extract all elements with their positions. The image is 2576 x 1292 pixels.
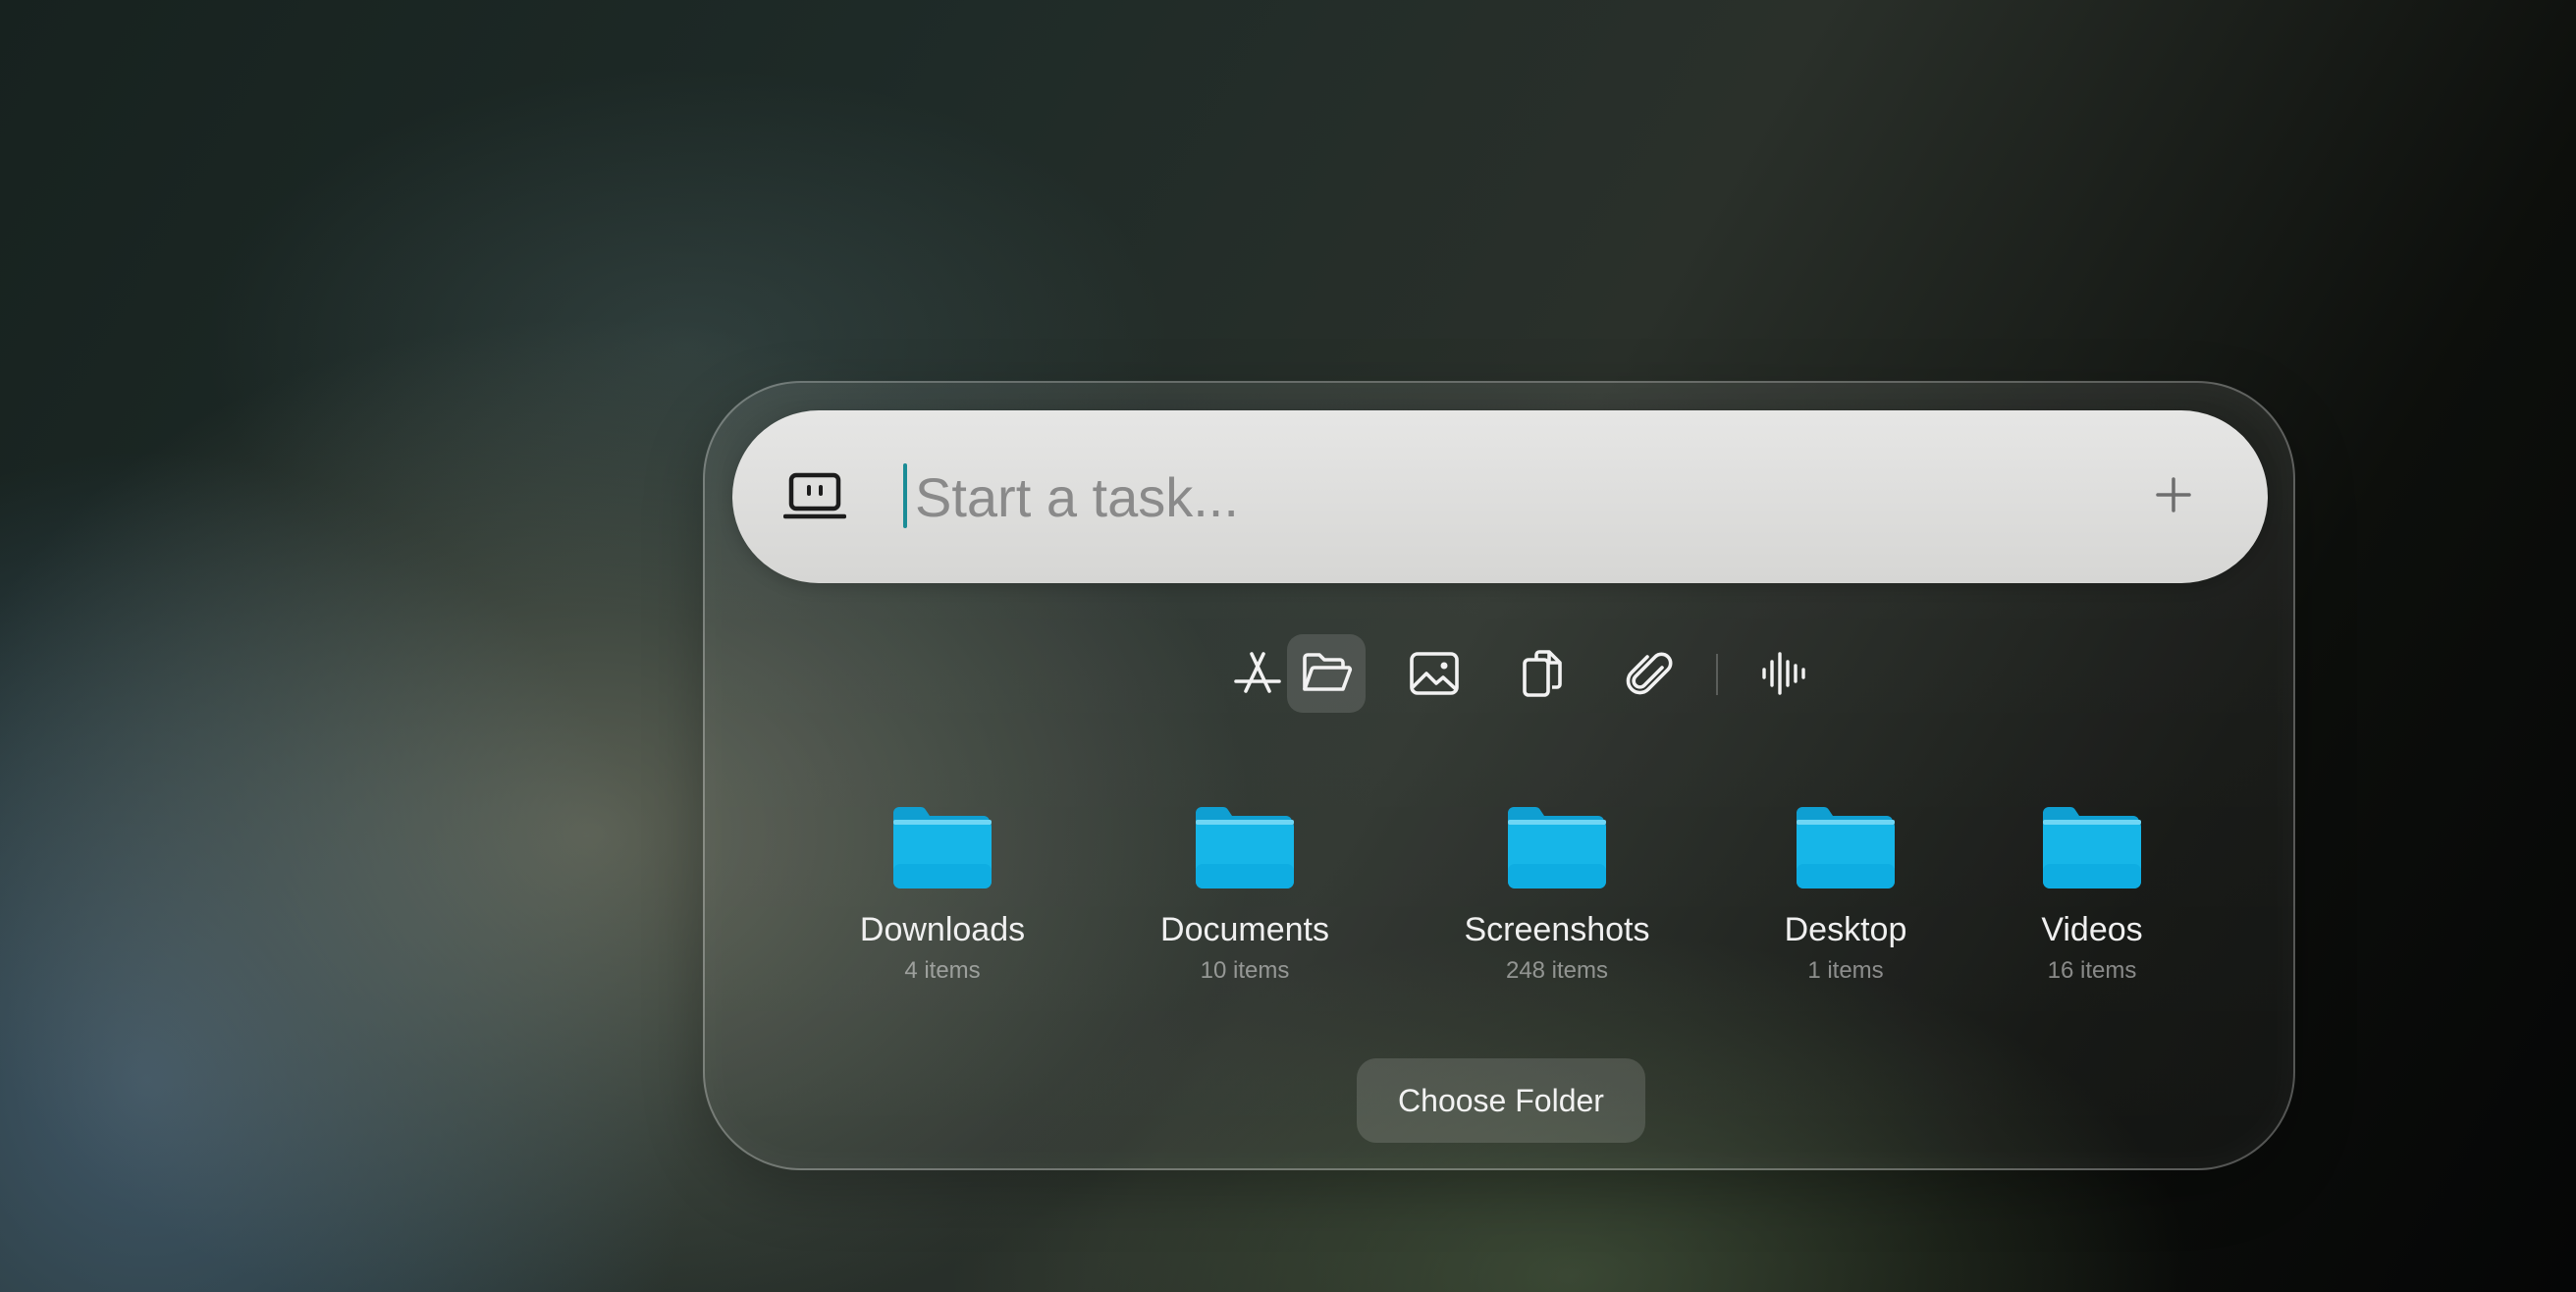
choose-folder-button[interactable]: Choose Folder (1357, 1058, 1645, 1143)
app-store-button[interactable] (1218, 634, 1297, 713)
folder-open-icon (1303, 653, 1353, 691)
attach-button[interactable] (1611, 634, 1690, 713)
paperclip-icon (1626, 652, 1673, 695)
folder-name: Screenshots (1464, 911, 1650, 948)
folder-item-count: 16 items (2047, 957, 2137, 984)
folder-name: Downloads (859, 911, 1026, 948)
toolbar-divider (1716, 654, 1718, 695)
folder-item-screenshots[interactable]: Screenshots 248 items (1439, 803, 1675, 985)
laptop-icon (783, 472, 846, 519)
folder-name: Documents (1160, 911, 1329, 948)
plus-icon[interactable] (2150, 471, 2197, 518)
folder-icon (893, 807, 992, 888)
folder-icon (1196, 807, 1294, 888)
folder-item-count: 248 items (1505, 957, 1609, 984)
app-store-icon (1234, 652, 1281, 693)
folder-icon (1797, 807, 1895, 888)
image-button[interactable] (1395, 634, 1474, 713)
voice-button[interactable] (1743, 634, 1821, 713)
folder-item-count: 1 items (1807, 957, 1884, 984)
audio-waveform-icon (1762, 652, 1805, 695)
search-bar[interactable] (732, 410, 2268, 583)
folder-icon (2043, 807, 2141, 888)
folder-icon (1508, 807, 1606, 888)
task-launcher-panel: Downloads 4 items Documents 10 items Scr… (703, 381, 2295, 1170)
folder-item-documents[interactable]: Documents 10 items (1127, 803, 1363, 985)
folder-name: Videos (2041, 911, 2143, 948)
folder-item-downloads[interactable]: Downloads 4 items (825, 803, 1060, 985)
folder-item-videos[interactable]: Videos 16 items (1974, 803, 2210, 985)
folder-list: Downloads 4 items Documents 10 items Scr… (705, 803, 2293, 999)
text-caret (903, 463, 907, 528)
image-icon (1410, 652, 1459, 695)
copy-button[interactable] (1503, 634, 1582, 713)
attachment-toolbar (705, 634, 2293, 717)
folder-item-count: 10 items (1200, 957, 1290, 984)
folder-button[interactable] (1287, 634, 1366, 713)
folder-item-desktop[interactable]: Desktop 1 items (1728, 803, 1963, 985)
task-input[interactable] (909, 450, 2093, 544)
copy-icon (1523, 650, 1562, 697)
folder-item-count: 4 items (904, 957, 981, 984)
folder-name: Desktop (1784, 911, 1907, 948)
